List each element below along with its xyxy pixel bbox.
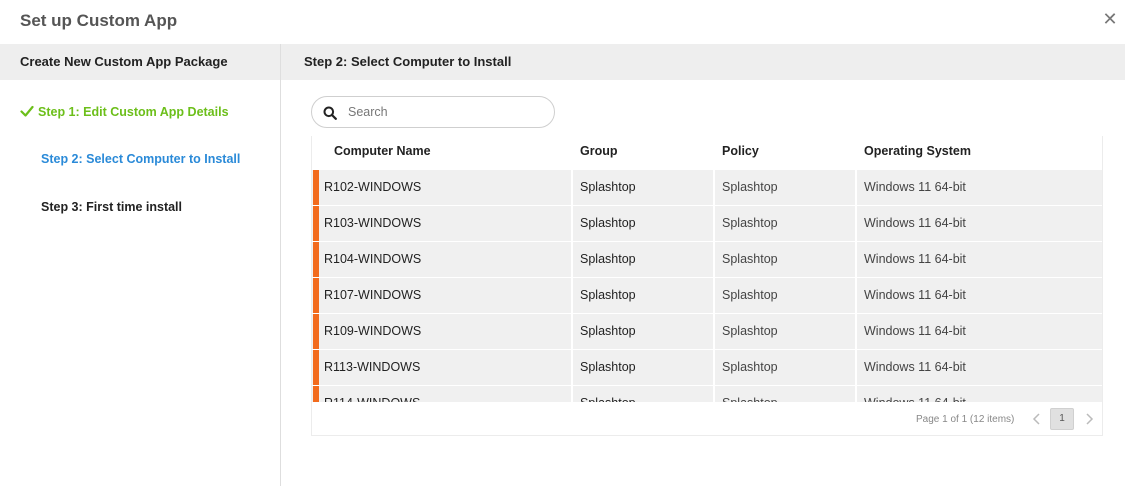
cell-computer-name: R113-WINDOWS [324,360,421,374]
table-row[interactable]: R104-WINDOWS Splashtop Splashtop Windows 11… [312,242,1102,277]
step-1-edit-details[interactable]: Step 1: Edit Custom App Details [20,104,229,119]
row-status-marker [313,170,319,205]
cell-divider [713,170,715,205]
sidebar-header: Create New Custom App Package [0,44,280,80]
cell-computer-name: R109-WINDOWS [324,324,422,338]
cell-policy: Splashtop [722,324,778,338]
table-row[interactable]: R107-WINDOWS Splashtop Splashtop Windows 11… [312,278,1102,313]
cell-operating-system: Windows 11 64-bit [864,216,966,230]
cell-group: Splashtop [580,324,636,338]
step-2-select-computer[interactable]: Step 2: Select Computer to Install [41,152,240,166]
cell-computer-name: R114-WINDOWS [324,386,420,402]
table-row[interactable]: R102-WINDOWS Splashtop Splashtop Windows 11… [312,170,1102,205]
table-row[interactable]: R114-WINDOWS Splashtop Splashtop Windows 11… [312,386,1102,402]
cell-divider [571,242,573,277]
row-status-marker [313,386,319,402]
cell-divider [855,242,857,277]
table-row[interactable]: R113-WINDOWS Splashtop Splashtop Windows 11… [312,350,1102,385]
cell-divider [855,314,857,349]
cell-policy: Splashtop [722,288,778,302]
row-status-marker [313,242,319,277]
content-header-title: Step 2: Select Computer to Install [304,54,512,69]
step-1-label: Step 1: Edit Custom App Details [38,105,229,119]
cell-policy: Splashtop [722,360,778,374]
chevron-left-icon[interactable] [1030,410,1044,428]
cell-group: Splashtop [580,288,636,302]
cell-divider [571,278,573,313]
sidebar-header-title: Create New Custom App Package [20,54,228,69]
cell-policy: Splashtop [722,252,778,266]
cell-divider [713,278,715,313]
table-body[interactable]: R102-WINDOWS Splashtop Splashtop Windows 11… [312,170,1102,402]
page-number-button[interactable]: 1 [1050,408,1074,430]
cell-group: Splashtop [580,216,636,230]
cell-divider [713,386,715,402]
column-header-group[interactable]: Group [580,144,618,158]
cell-policy: Splashtop [722,180,778,194]
pagination-footer: Page 1 of 1 (12 items) 1 [312,402,1102,436]
cell-policy: Splashtop [722,386,778,402]
row-status-marker [313,206,319,241]
column-header-policy[interactable]: Policy [722,144,759,158]
cell-divider [713,350,715,385]
cell-group: Splashtop [580,180,636,194]
table-row[interactable]: R109-WINDOWS Splashtop Splashtop Windows 11… [312,314,1102,349]
search-box[interactable] [311,96,555,128]
close-icon[interactable]: ✕ [1102,10,1118,28]
cell-policy: Splashtop [722,216,778,230]
content-header: Step 2: Select Computer to Install [281,44,1125,80]
cell-computer-name: R104-WINDOWS [324,252,422,266]
cell-operating-system: Windows 11 64-bit [864,288,966,302]
step-3-first-install[interactable]: Step 3: First time install [41,200,182,214]
cell-divider [571,350,573,385]
search-input[interactable] [348,103,544,121]
cell-divider [855,386,857,402]
chevron-right-icon[interactable] [1082,410,1096,428]
cell-computer-name: R103-WINDOWS [324,216,422,230]
cell-divider [855,170,857,205]
cell-divider [855,278,857,313]
search-icon [323,106,337,120]
modal-title: Set up Custom App [20,11,178,30]
cell-divider [713,206,715,241]
row-status-marker [313,314,319,349]
column-header-operating-system[interactable]: Operating System [864,144,971,158]
cell-divider [571,170,573,205]
cell-divider [713,314,715,349]
check-icon [20,105,34,117]
cell-operating-system: Windows 11 64-bit [864,180,966,194]
column-header-computer-name[interactable]: Computer Name [334,144,431,158]
page-info: Page 1 of 1 (12 items) [916,414,1015,425]
cell-divider [571,386,573,402]
cell-divider [855,206,857,241]
row-status-marker [313,350,319,385]
panel-divider [280,44,281,486]
cell-group: Splashtop [580,252,636,266]
cell-group: Splashtop [580,360,636,374]
cell-divider [713,242,715,277]
cell-computer-name: R107-WINDOWS [324,288,422,302]
cell-computer-name: R102-WINDOWS [324,180,422,194]
cell-operating-system: Windows 11 64-bit [864,386,966,402]
computer-table: Computer Name Group Policy Operating Sys… [311,136,1103,436]
cell-divider [571,206,573,241]
cell-group: Splashtop [580,386,636,402]
table-row[interactable]: R103-WINDOWS Splashtop Splashtop Windows 11… [312,206,1102,241]
row-status-marker [313,278,319,313]
cell-operating-system: Windows 11 64-bit [864,324,966,338]
cell-operating-system: Windows 11 64-bit [864,360,966,374]
cell-divider [855,350,857,385]
cell-operating-system: Windows 11 64-bit [864,252,966,266]
cell-divider [571,314,573,349]
